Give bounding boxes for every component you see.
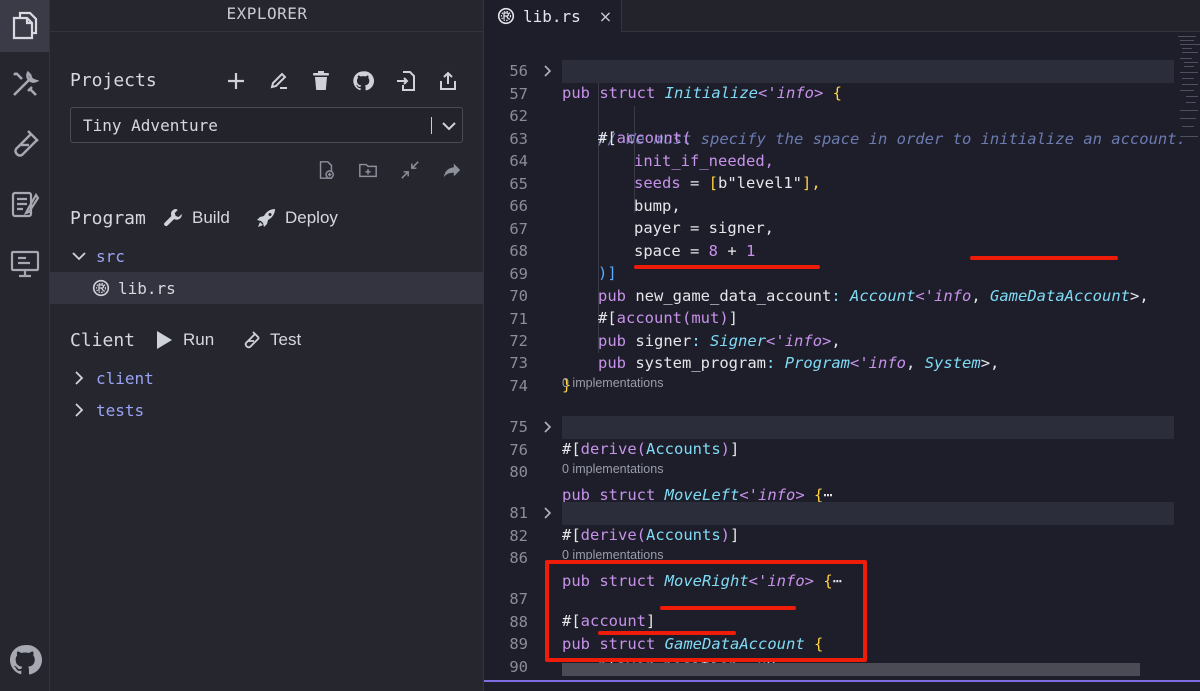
code-line: 86 (484, 524, 1174, 567)
code-line: 65 bump, (484, 150, 1174, 216)
code-line: 64 seeds = [b"level1"], (484, 127, 1174, 193)
rename-icon[interactable] (265, 67, 293, 95)
explorer-icon[interactable] (0, 0, 49, 52)
collapse-icon[interactable] (396, 156, 424, 184)
run-button[interactable]: Run (154, 330, 214, 350)
code-line: 66 payer = signer, (484, 172, 1174, 238)
programs-icon[interactable] (0, 238, 49, 290)
code-line: 57 // We must specify the space in order… (484, 60, 1186, 148)
import-icon[interactable] (392, 67, 420, 95)
code-line: 71 pub signer: Signer<'info>, (484, 285, 1174, 351)
explorer-sidebar: EXPLORER Projects Tiny Adventure Program… (50, 0, 484, 691)
test-label: Test (270, 330, 302, 349)
code-line: 56 pub struct Initialize<'info> { (484, 37, 1174, 103)
new-folder-icon[interactable] (354, 156, 382, 184)
tree-file-label: lib.rs (118, 278, 176, 298)
github-icon[interactable] (0, 634, 49, 686)
build-label: Build (192, 208, 230, 227)
code-line: 74 (484, 352, 1174, 395)
code-line: 81 #[derive(Accounts)] (484, 479, 1174, 545)
wrench-icon (164, 208, 182, 227)
panel-border (484, 680, 1200, 691)
plus-icon[interactable] (222, 67, 250, 95)
tab-label: lib.rs (523, 6, 581, 26)
close-icon[interactable]: × (599, 7, 612, 26)
tree-folder-client[interactable]: client (50, 362, 483, 394)
build-tools-icon[interactable] (0, 58, 49, 110)
rust-file-icon (497, 7, 515, 25)
client-heading: Client (70, 330, 136, 351)
chevron-right-icon (75, 403, 84, 417)
editor-tab-bar: lib.rs × (484, 0, 1200, 32)
tree-folder-src[interactable]: src (50, 240, 483, 272)
fold-chevron-icon[interactable] (542, 63, 554, 79)
explorer-title: EXPLORER (50, 0, 484, 32)
code-line: 76 pub struct MoveLeft<'info> {⋯ (484, 416, 1174, 504)
annotation-underline (970, 256, 1118, 260)
code-line: 82 pub struct MoveRight<'info> {⋯ (484, 502, 1174, 590)
rust-file-icon (92, 279, 110, 297)
tree-folder-label: src (96, 246, 125, 266)
fold-chevron-icon[interactable] (542, 419, 554, 435)
play-icon (157, 331, 172, 349)
tree-file-lib-rs[interactable]: lib.rs (50, 272, 483, 304)
export-icon[interactable] (434, 67, 462, 95)
program-heading: Program (70, 208, 146, 229)
annotation-box (545, 560, 867, 662)
codelens-implementations[interactable]: 0 implementations (562, 462, 663, 476)
build-button[interactable]: Build (163, 208, 230, 228)
code-line: 67 space = 8 + 1 (484, 195, 1174, 261)
test-button[interactable]: Test (241, 330, 301, 350)
test-tube-icon (244, 331, 260, 349)
codelens-implementations[interactable]: 0 implementations (562, 376, 663, 390)
code-line: 68 )] (484, 217, 1174, 283)
select-divider (431, 117, 432, 134)
rocket-icon (257, 209, 275, 227)
tree-folder-tests[interactable]: tests (50, 394, 483, 426)
tab-lib-rs[interactable]: lib.rs × (484, 0, 622, 32)
code-line: 80 (484, 438, 1174, 481)
tutorials-icon[interactable] (0, 178, 49, 230)
run-label: Run (183, 330, 215, 349)
new-file-icon[interactable] (312, 156, 340, 184)
code-line: 73 } (484, 329, 1174, 395)
minimap[interactable] (1176, 32, 1200, 152)
deploy-label: Deploy (285, 208, 338, 227)
code-line: 63 init_if_needed, (484, 105, 1174, 171)
tree-folder-label: tests (96, 400, 145, 420)
code-line: 62 #[account( (484, 82, 1174, 148)
code-line: 75 #[derive(Accounts)] (484, 393, 1174, 459)
trash-icon[interactable] (307, 67, 335, 95)
chevron-right-icon (75, 371, 84, 385)
deploy-button[interactable]: Deploy (256, 208, 338, 228)
tree-folder-label: client (96, 368, 154, 388)
fold-chevron-icon[interactable] (542, 505, 554, 521)
code-line: 70 #[account(mut)] (484, 262, 1174, 328)
activity-bar (0, 0, 50, 691)
project-select-value: Tiny Adventure (83, 116, 218, 135)
chevron-down-icon (442, 122, 456, 131)
projects-heading: Projects (70, 70, 157, 91)
github-icon[interactable] (349, 67, 377, 95)
code-line: 72 pub system_program: Program<'info, Sy… (484, 307, 1174, 373)
annotation-underline (634, 265, 820, 269)
share-icon[interactable] (438, 156, 466, 184)
chevron-down-icon (72, 252, 86, 261)
test-tube-icon[interactable] (0, 118, 49, 170)
horizontal-scrollbar[interactable] (562, 663, 1140, 676)
project-select[interactable]: Tiny Adventure (70, 107, 463, 143)
